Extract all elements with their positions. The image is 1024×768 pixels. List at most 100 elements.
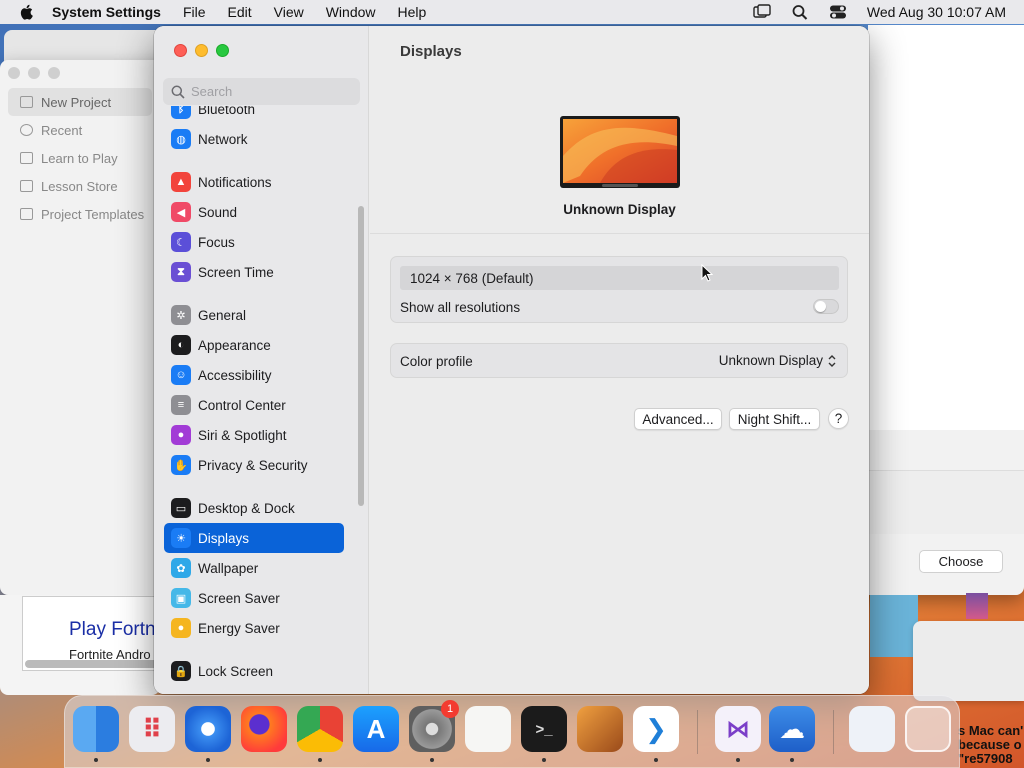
menu-window[interactable]: Window (326, 4, 376, 20)
running-indicator (430, 758, 434, 762)
dock-separator (833, 710, 834, 754)
alert-text: s Mac can' because o "re57908 (958, 723, 1024, 766)
choose-button[interactable]: Choose (919, 550, 1003, 573)
sidebar-item-network[interactable]: ◍ Network (164, 124, 344, 154)
visual-studio-icon[interactable] (715, 706, 761, 752)
onedrive-icon[interactable] (769, 706, 815, 752)
sidebar-scrollbar[interactable] (358, 206, 364, 506)
sidebar-item-screen-saver[interactable]: ▣ Screen Saver (164, 583, 344, 613)
sidebar-item-notifications[interactable]: ▲ Notifications (164, 167, 344, 197)
screen-mirroring-icon[interactable] (753, 4, 771, 20)
firefox-icon[interactable] (241, 706, 287, 752)
menu-clock[interactable]: Wed Aug 30 10:07 AM (867, 4, 1006, 20)
color-profile-select[interactable]: Unknown Display (719, 353, 837, 368)
hand-icon: ✋ (171, 455, 191, 475)
browser-title[interactable]: Play Fortn (69, 619, 156, 641)
bg-sidebar-item-recent[interactable]: Recent (0, 116, 160, 144)
menu-help[interactable]: Help (398, 4, 427, 20)
hourglass-icon: ⧗ (171, 262, 191, 282)
menu-view[interactable]: View (274, 4, 304, 20)
flower-icon: ✿ (171, 558, 191, 578)
gear-icon: ✲ (171, 305, 191, 325)
sidebar-item-privacy-security[interactable]: ✋ Privacy & Security (164, 450, 344, 480)
control-center-icon[interactable] (829, 4, 847, 20)
trash-icon[interactable] (905, 706, 951, 752)
advanced-button[interactable]: Advanced... (634, 408, 722, 430)
store-icon (20, 180, 33, 192)
apple-icon[interactable] (18, 3, 36, 21)
accessibility-icon: ☺ (171, 365, 191, 385)
sidebar-item-siri-spotlight[interactable]: ● Siri & Spotlight (164, 420, 344, 450)
bell-icon: ▲ (171, 172, 191, 192)
sidebar-item-label: Lock Screen (198, 663, 274, 679)
speaker-icon: ◀ (171, 202, 191, 222)
sidebar-item-bluetooth[interactable]: ᛒ Bluetooth (164, 106, 344, 124)
sidebar-item-label: Sound (198, 204, 238, 220)
background-sidebar: New Project Recent Learn to Play Lesson … (0, 88, 160, 228)
close-button[interactable] (174, 44, 187, 57)
resolution-option[interactable]: 1024 × 768 (Default) (400, 266, 839, 290)
sidebar-item-desktop-dock[interactable]: ▭ Desktop & Dock (164, 493, 344, 523)
terminal-icon[interactable] (521, 706, 567, 752)
vscode-icon[interactable] (633, 706, 679, 752)
garageband-icon[interactable] (577, 706, 623, 752)
launchpad-icon[interactable] (129, 706, 175, 752)
night-shift-button[interactable]: Night Shift... (729, 408, 820, 430)
monitor-icon[interactable] (560, 116, 680, 188)
sidebar-item-displays[interactable]: ☀ Displays (164, 523, 344, 553)
show-all-resolutions-label: Show all resolutions (400, 299, 521, 315)
sidebar-item-general[interactable]: ✲ General (164, 300, 344, 330)
sidebar-item-focus[interactable]: ☾ Focus (164, 227, 344, 257)
sidebar-item-label: Siri & Spotlight (198, 427, 287, 443)
menu-file[interactable]: File (183, 4, 206, 20)
textedit-icon[interactable] (465, 706, 511, 752)
sidebar-item-energy-saver[interactable]: ● Energy Saver (164, 613, 344, 643)
safari-icon[interactable] (185, 706, 231, 752)
sidebar-item-accessibility[interactable]: ☺ Accessibility (164, 360, 344, 390)
sidebar-item-lock-screen[interactable]: 🔒 Lock Screen (164, 656, 344, 686)
display-arrangement: Unknown Display (370, 78, 869, 234)
minimize-button[interactable] (195, 44, 208, 57)
sidebar-item-label: Network (198, 131, 248, 147)
running-indicator (790, 758, 794, 762)
window-controls (174, 44, 229, 57)
sidebar-item-label: Screen Saver (198, 590, 280, 606)
spotlight-search-icon[interactable] (791, 4, 809, 20)
appearance-icon: ◐ (171, 335, 191, 355)
search-field[interactable] (163, 78, 360, 105)
finder-icon[interactable] (73, 706, 119, 752)
sidebar-item-appearance[interactable]: ◐ Appearance (164, 330, 344, 360)
globe-icon: ◍ (171, 129, 191, 149)
sidebar-item-wallpaper[interactable]: ✿ Wallpaper (164, 553, 344, 583)
show-all-resolutions-row: Show all resolutions (400, 295, 839, 319)
bg-sidebar-item-new-project[interactable]: New Project (8, 88, 152, 116)
app-store-icon[interactable] (353, 706, 399, 752)
browser-scrollbar[interactable] (25, 660, 159, 668)
switches-icon: ≡ (171, 395, 191, 415)
background-strip (870, 595, 918, 657)
sidebar-item-label: Desktop & Dock (198, 500, 295, 516)
zoom-button[interactable] (216, 44, 229, 57)
sidebar-item-screen-time[interactable]: ⧗ Screen Time (164, 257, 344, 287)
sidebar-item-label: General (198, 307, 247, 323)
bg-sidebar-item-store[interactable]: Lesson Store (0, 172, 160, 200)
search-input[interactable] (191, 84, 351, 99)
running-indicator (206, 758, 210, 762)
displays-pane: Displays Unknown Display 1024 × 768 (Def… (370, 26, 869, 694)
downloads-icon[interactable] (849, 706, 895, 752)
sidebar-item-control-center[interactable]: ≡ Control Center (164, 390, 344, 420)
bluetooth-icon: ᛒ (171, 106, 191, 119)
show-all-resolutions-toggle[interactable] (813, 299, 839, 314)
menu-bar: System Settings File Edit View Window He… (0, 0, 1024, 24)
chrome-icon[interactable] (297, 706, 343, 752)
sidebar-item-sound[interactable]: ◀ Sound (164, 197, 344, 227)
bg-sidebar-item-learn[interactable]: Learn to Play (0, 144, 160, 172)
bg-sidebar-item-templates[interactable]: Project Templates (0, 200, 160, 228)
display-name: Unknown Display (563, 202, 676, 217)
menu-edit[interactable]: Edit (228, 4, 252, 20)
menu-app-name[interactable]: System Settings (52, 4, 161, 20)
menu-bar-status: Wed Aug 30 10:07 AM (753, 0, 1006, 24)
sidebar-item-label: Control Center (198, 397, 286, 413)
help-button[interactable]: ? (828, 408, 849, 429)
document-icon (20, 96, 33, 108)
